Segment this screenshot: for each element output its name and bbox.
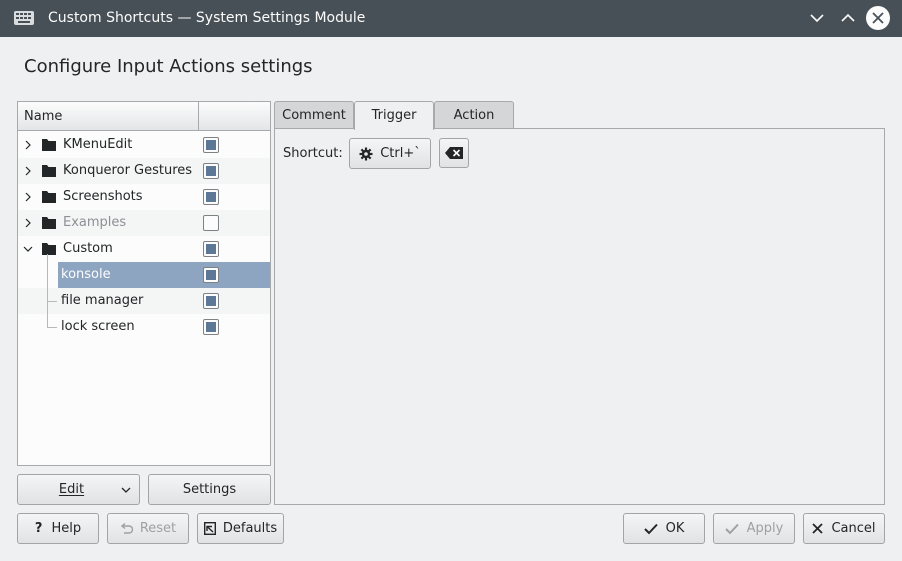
help-button[interactable]: ? Help — [17, 513, 99, 544]
ok-button[interactable]: OK — [623, 513, 705, 544]
enabled-checkbox[interactable] — [203, 267, 219, 283]
folder-icon — [42, 139, 56, 151]
edit-button-label: Edit — [58, 482, 85, 497]
tab-action[interactable]: Action — [434, 101, 514, 129]
defaults-button[interactable]: Defaults — [197, 513, 284, 544]
enabled-checkbox[interactable] — [203, 319, 219, 335]
enabled-checkbox[interactable] — [203, 241, 219, 257]
ok-button-label: OK — [665, 521, 685, 536]
close-icon — [812, 523, 824, 534]
checkmark-icon — [643, 523, 658, 534]
tab-label: Trigger — [371, 108, 417, 123]
chevron-down-icon — [121, 487, 131, 493]
shortcut-label: Shortcut: — [283, 146, 343, 161]
key-sequence-button[interactable]: Ctrl+` — [349, 138, 431, 169]
close-icon[interactable] — [866, 6, 890, 30]
clear-shortcut-button[interactable] — [439, 138, 469, 168]
defaults-button-label: Defaults — [222, 521, 278, 536]
tab-label: Comment — [282, 108, 346, 123]
tree-item-label: Examples — [63, 215, 127, 230]
chevron-down-icon[interactable] — [22, 243, 34, 255]
undo-icon — [120, 522, 133, 534]
tree-item-custom[interactable]: Custom — [18, 236, 270, 262]
checkmark-icon — [724, 523, 739, 534]
maximize-icon[interactable] — [837, 7, 859, 29]
backspace-icon — [445, 147, 463, 159]
enabled-checkbox[interactable] — [203, 163, 219, 179]
tree-item-label: lock screen — [61, 319, 135, 334]
minimize-icon[interactable] — [806, 7, 828, 29]
tree-branch-line — [47, 327, 57, 328]
enabled-checkbox[interactable] — [203, 215, 219, 231]
shortcut-value: Ctrl+` — [380, 146, 421, 161]
enabled-checkbox[interactable] — [203, 293, 219, 309]
enabled-checkbox[interactable] — [203, 189, 219, 205]
help-icon: ? — [34, 521, 43, 536]
chevron-right-icon[interactable] — [22, 217, 34, 229]
tree-item-label: KMenuEdit — [63, 137, 133, 152]
reset-button[interactable]: Reset — [107, 513, 189, 544]
window-title: Custom Shortcuts — System Settings Modul… — [48, 10, 366, 26]
settings-button-label: Settings — [182, 482, 237, 497]
chevron-right-icon[interactable] — [22, 139, 34, 151]
tab-comment[interactable]: Comment — [274, 101, 354, 129]
reset-button-label: Reset — [139, 521, 177, 536]
cancel-button[interactable]: Cancel — [803, 513, 885, 544]
tree-header: Name — [18, 102, 270, 131]
folder-icon — [42, 243, 56, 255]
window-titlebar[interactable]: Custom Shortcuts — System Settings Modul… — [0, 0, 902, 37]
apply-button[interactable]: Apply — [713, 513, 795, 544]
tree-item-label: Screenshots — [63, 189, 143, 204]
chevron-right-icon[interactable] — [22, 191, 34, 203]
folder-icon — [42, 217, 56, 229]
tree-item-examples[interactable]: Examples — [18, 210, 270, 236]
gear-icon — [359, 147, 373, 160]
column-separator — [198, 102, 199, 131]
column-header-name[interactable]: Name — [24, 102, 62, 131]
cancel-button-label: Cancel — [831, 521, 876, 536]
edit-menu-button[interactable]: Edit — [17, 474, 140, 505]
tree-branch-line — [47, 301, 57, 302]
folder-icon — [42, 165, 56, 177]
keyboard-icon — [14, 11, 34, 25]
tree-item-konqueror-gestures[interactable]: Konqueror Gestures — [18, 158, 270, 184]
folder-icon — [42, 191, 56, 203]
tab-label: Action — [453, 108, 495, 123]
tab-trigger[interactable]: Trigger — [354, 101, 434, 130]
tree-item-label: Konqueror Gestures — [63, 163, 193, 178]
page-title: Configure Input Actions settings — [24, 56, 313, 77]
tree-branch-line — [47, 254, 48, 327]
tree-item-label: konsole — [61, 267, 111, 282]
tree-item-screenshots[interactable]: Screenshots — [18, 184, 270, 210]
tree-item-label: file manager — [61, 293, 144, 308]
enabled-checkbox[interactable] — [203, 137, 219, 153]
chevron-right-icon[interactable] — [22, 165, 34, 177]
trigger-panel — [274, 128, 885, 505]
apply-button-label: Apply — [746, 521, 784, 536]
tree-item-label: Custom — [63, 241, 113, 256]
help-button-label: Help — [51, 521, 82, 536]
tree-item-konsole[interactable]: konsole — [18, 262, 270, 288]
settings-button[interactable]: Settings — [148, 474, 271, 505]
document-revert-icon — [203, 522, 216, 535]
tree-item-kmenuedit[interactable]: KMenuEdit — [18, 132, 270, 158]
actions-tree[interactable]: Name KMenuEdit Konqueror Gestures Screen… — [17, 101, 271, 466]
